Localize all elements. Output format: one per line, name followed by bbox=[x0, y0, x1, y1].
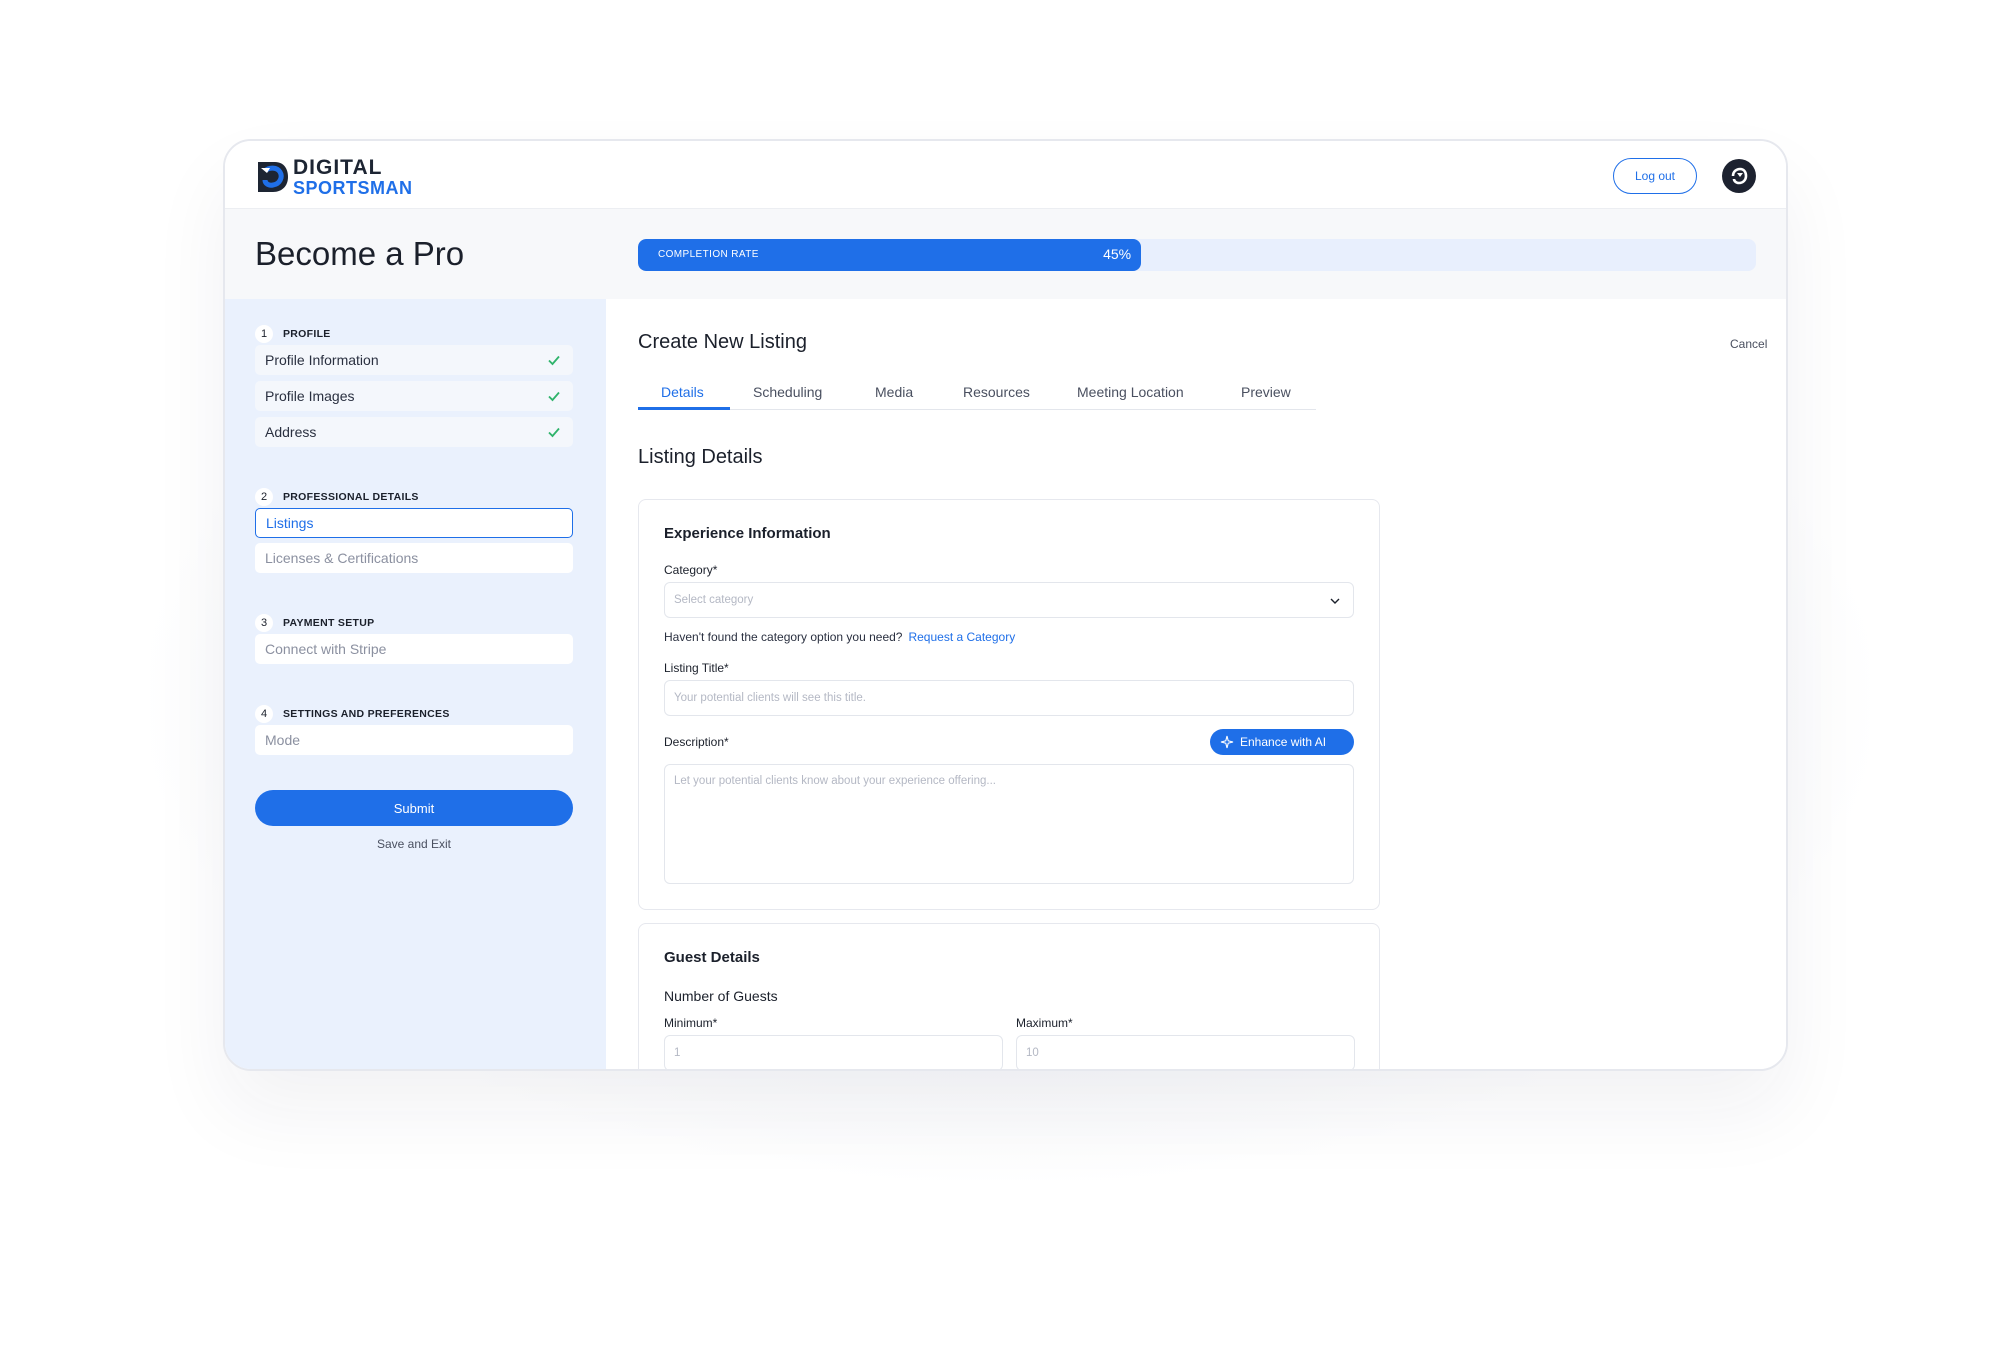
sidebar-item-profile-information[interactable]: Profile Information bbox=[255, 345, 573, 375]
check-icon bbox=[548, 391, 560, 402]
tab-preview[interactable]: Preview bbox=[1241, 384, 1291, 400]
top-bar: DIGITAL SPORTSMAN Log out bbox=[225, 141, 1786, 209]
sidebar-item-label: Listings bbox=[266, 515, 314, 531]
title-band: Become a Pro COMPLETION RATE 45% bbox=[225, 209, 1786, 299]
sidebar-item-profile-images[interactable]: Profile Images bbox=[255, 381, 573, 411]
description-label: Description* bbox=[664, 735, 729, 749]
step-title: PROFILE bbox=[283, 328, 331, 340]
category-select[interactable]: Select category bbox=[664, 582, 1354, 618]
step-number: 2 bbox=[255, 488, 273, 506]
step-settings-preferences: 4 SETTINGS AND PREFERENCES bbox=[255, 705, 450, 723]
app-window: DIGITAL SPORTSMAN Log out Become a Pro C… bbox=[223, 139, 1788, 1071]
active-tab-indicator bbox=[638, 407, 730, 410]
enhance-with-ai-label: Enhance with AI bbox=[1240, 735, 1327, 749]
page-title: Become a Pro bbox=[255, 235, 465, 272]
step-profile: 1 PROFILE bbox=[255, 325, 331, 343]
tab-scheduling[interactable]: Scheduling bbox=[753, 384, 822, 400]
enhance-with-ai-button[interactable]: Enhance with AI bbox=[1210, 729, 1354, 755]
step-number: 4 bbox=[255, 705, 273, 723]
number-of-guests-label: Number of Guests bbox=[664, 988, 778, 1004]
sidebar-item-connect-stripe[interactable]: Connect with Stripe bbox=[255, 634, 573, 664]
sidebar-item-label: Licenses & Certifications bbox=[265, 550, 419, 566]
submit-button[interactable]: Submit bbox=[255, 790, 573, 826]
logo-mark-icon bbox=[258, 162, 288, 192]
sidebar-item-label: Profile Images bbox=[265, 388, 355, 404]
brand-name-line2: SPORTSMAN bbox=[293, 178, 413, 198]
avatar[interactable] bbox=[1722, 159, 1756, 193]
chevron-down-icon bbox=[1330, 598, 1340, 604]
sidebar-item-listings[interactable]: Listings bbox=[255, 508, 573, 538]
tab-details[interactable]: Details bbox=[661, 384, 704, 400]
category-helper: Haven't found the category option you ne… bbox=[664, 630, 1015, 644]
category-label: Category* bbox=[664, 563, 718, 577]
check-icon bbox=[548, 427, 560, 438]
sidebar-item-label: Profile Information bbox=[265, 352, 379, 368]
tab-meeting-location[interactable]: Meeting Location bbox=[1077, 384, 1184, 400]
maximum-guests-input[interactable]: 10 bbox=[1016, 1035, 1355, 1069]
completion-rate-label: COMPLETION RATE bbox=[658, 249, 759, 260]
listing-title-input[interactable]: Your potential clients will see this tit… bbox=[664, 680, 1354, 716]
tab-resources[interactable]: Resources bbox=[963, 384, 1030, 400]
minimum-guests-placeholder: 1 bbox=[674, 1047, 681, 1059]
logout-button[interactable]: Log out bbox=[1613, 158, 1697, 194]
sparkle-icon bbox=[1220, 735, 1234, 749]
step-number: 3 bbox=[255, 614, 273, 632]
sidebar-item-label: Address bbox=[265, 424, 317, 440]
experience-information-card: Experience Information Category* Select … bbox=[638, 499, 1380, 910]
maximum-guests-placeholder: 10 bbox=[1026, 1047, 1039, 1059]
avatar-logo-icon bbox=[1731, 167, 1748, 185]
category-helper-text: Haven't found the category option you ne… bbox=[664, 630, 903, 644]
step-professional-details: 2 PROFESSIONAL DETAILS bbox=[255, 488, 419, 506]
step-title: PROFESSIONAL DETAILS bbox=[283, 491, 419, 503]
tab-media[interactable]: Media bbox=[875, 384, 913, 400]
main-content: Create New Listing Cancel Details Schedu… bbox=[606, 299, 1786, 1069]
step-title: SETTINGS AND PREFERENCES bbox=[283, 708, 450, 720]
check-icon bbox=[548, 355, 560, 366]
main-title: Create New Listing bbox=[638, 331, 807, 353]
listing-tabs: Details Scheduling Media Resources Meeti… bbox=[638, 374, 1316, 410]
sidebar-item-address[interactable]: Address bbox=[255, 417, 573, 447]
minimum-guests-label: Minimum* bbox=[664, 1016, 718, 1030]
listing-title-label: Listing Title* bbox=[664, 661, 729, 675]
card-title: Experience Information bbox=[664, 525, 831, 542]
sidebar-item-licenses-certifications[interactable]: Licenses & Certifications bbox=[255, 543, 573, 573]
request-category-link[interactable]: Request a Category bbox=[908, 630, 1015, 644]
guest-details-card: Guest Details Number of Guests Minimum* … bbox=[638, 923, 1380, 1069]
cancel-link[interactable]: Cancel bbox=[1730, 337, 1767, 351]
sidebar-item-label: Connect with Stripe bbox=[265, 641, 387, 657]
steps-sidebar: 1 PROFILE Profile Information Profile Im… bbox=[225, 299, 606, 1069]
description-textarea[interactable]: Let your potential clients know about yo… bbox=[664, 764, 1354, 884]
card-title: Guest Details bbox=[664, 949, 760, 966]
sidebar-item-mode[interactable]: Mode bbox=[255, 725, 573, 755]
step-number: 1 bbox=[255, 325, 273, 343]
category-placeholder: Select category bbox=[674, 594, 754, 606]
sidebar-item-label: Mode bbox=[265, 732, 301, 748]
completion-rate-percent: 45% bbox=[1103, 246, 1132, 262]
minimum-guests-input[interactable]: 1 bbox=[664, 1035, 1003, 1069]
listing-title-placeholder: Your potential clients will see this tit… bbox=[674, 692, 866, 704]
section-title: Listing Details bbox=[638, 446, 763, 468]
completion-progress-bar: COMPLETION RATE 45% bbox=[638, 239, 1756, 271]
brand-logo[interactable]: DIGITAL SPORTSMAN bbox=[255, 157, 413, 197]
description-placeholder: Let your potential clients know about yo… bbox=[674, 775, 996, 787]
save-and-exit-link[interactable]: Save and Exit bbox=[255, 837, 573, 851]
step-title: PAYMENT SETUP bbox=[283, 617, 375, 629]
completion-progress-fill: COMPLETION RATE 45% bbox=[638, 239, 1142, 271]
brand-name-line1: DIGITAL bbox=[293, 156, 383, 179]
maximum-guests-label: Maximum* bbox=[1016, 1016, 1073, 1030]
step-payment-setup: 3 PAYMENT SETUP bbox=[255, 614, 374, 632]
